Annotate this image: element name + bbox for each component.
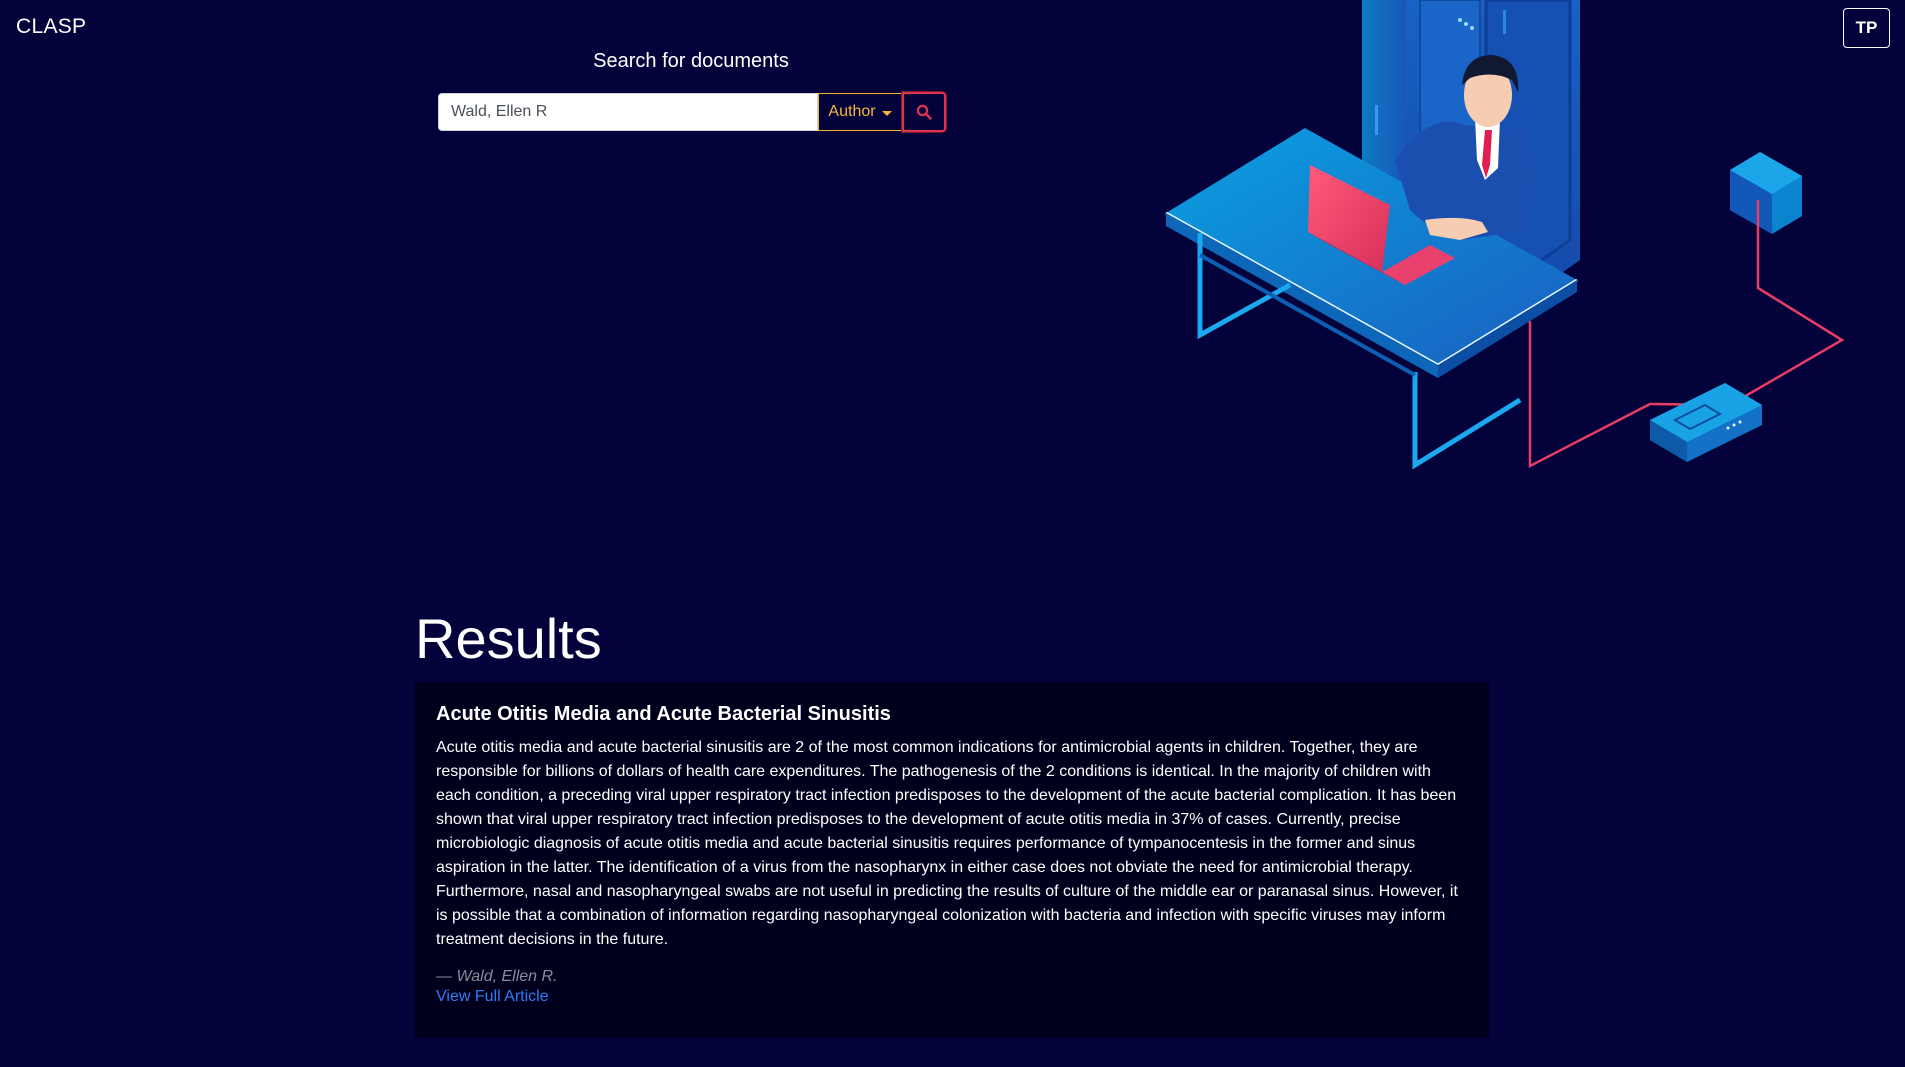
search-input[interactable] [438, 93, 818, 131]
brand-logo-link[interactable]: CLASP [16, 15, 86, 39]
search-bar: Author [438, 92, 946, 132]
result-title: Acute Otitis Media and Acute Bacterial S… [436, 703, 891, 725]
page: CLASP TP Search for documents Wald, Elle… [0, 0, 1905, 1067]
search-filter-dropdown[interactable]: Author [818, 93, 902, 131]
result-card: Acute Otitis Media and Acute Bacterial S… [415, 682, 1489, 1038]
search-title: Search for documents [593, 50, 789, 72]
result-abstract: Acute otitis media and acute bacterial s… [436, 739, 1458, 948]
view-full-article-link[interactable]: View Full Article [436, 988, 549, 1006]
search-filter-label: Author [828, 103, 876, 120]
search-icon [916, 104, 932, 120]
hero-illustration [1165, 0, 1845, 470]
search-button[interactable] [902, 92, 946, 132]
wall-device-icon [1730, 152, 1802, 234]
result-author: — Wald, Ellen R. [436, 968, 558, 985]
results-heading: Results [415, 607, 602, 670]
chevron-down-icon [881, 110, 892, 116]
